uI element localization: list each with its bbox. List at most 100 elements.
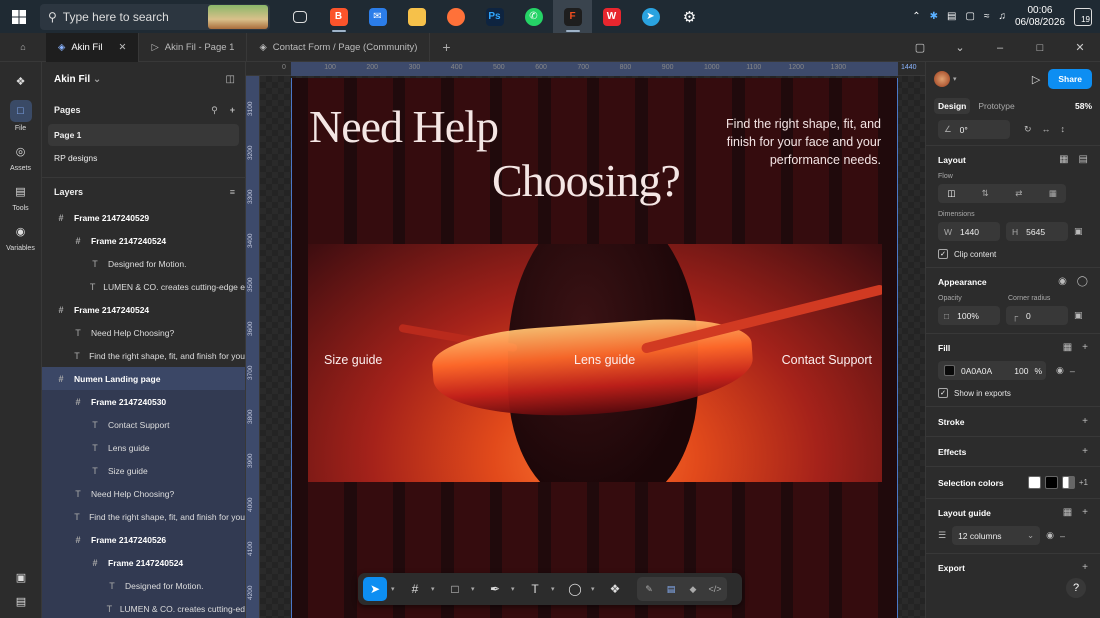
chevron-down-icon[interactable]: ▾ [591, 585, 599, 593]
tab-akin-fil-page-1[interactable]: ▷ Akin Fil - Page 1 [139, 32, 248, 62]
page-item[interactable]: Page 1 [48, 124, 239, 146]
layer-row[interactable]: # Frame 2147240524 [42, 551, 245, 574]
layer-row[interactable]: T Contact Support [42, 413, 245, 436]
size-guide-label[interactable]: Size guide [324, 353, 382, 367]
prototype-mode-icon[interactable]: ◆ [683, 579, 703, 599]
design-mode-icon[interactable]: ▤ [661, 579, 681, 599]
telegram-icon[interactable]: ➤ [631, 0, 670, 33]
chevron-down-icon[interactable]: ▾ [471, 585, 479, 593]
share-button[interactable]: Share [1048, 69, 1092, 89]
remove-layout-guide-icon[interactable]: – [1060, 531, 1065, 541]
comment-tool-icon[interactable]: ◯ [563, 577, 587, 601]
figma-menu[interactable]: ❖ [0, 70, 41, 92]
clip-content-checkbox[interactable]: ✓ [938, 249, 948, 259]
maximize-icon[interactable]: □ [1020, 42, 1060, 54]
chevron-down-icon[interactable]: ▾ [551, 585, 559, 593]
tab-prototype[interactable]: Prototype [978, 101, 1014, 111]
remove-fill-icon[interactable]: – [1070, 366, 1075, 376]
styles-grid-icon[interactable]: ▦ [1063, 342, 1072, 353]
rotation-field[interactable]: ∠ 0° [938, 120, 1010, 139]
windows-start-icon[interactable] [0, 0, 38, 33]
text-tool-icon[interactable]: T [523, 577, 547, 601]
layers-list-icon[interactable]: ≡ [230, 187, 235, 197]
hero-sunglasses-image[interactable]: Size guide Lens guide Contact Support [308, 244, 882, 482]
window-restore-icon[interactable]: ▢ [900, 41, 940, 54]
add-tab-icon[interactable]: + [430, 39, 462, 55]
chevron-down-icon[interactable]: ▾ [511, 585, 519, 593]
numen-landing-frame[interactable]: Need Help Choosing? Find the right shape… [291, 78, 898, 618]
canvas[interactable]: 0 100 200 300 400 500 600 700 800 900 1000 1100 1200… [246, 62, 925, 618]
chevron-down-icon[interactable]: ▾ [431, 585, 439, 593]
add-effect-icon[interactable]: + [1082, 446, 1088, 457]
opacity-field[interactable]: □ 100% [938, 306, 1000, 325]
hero-title-line1[interactable]: Need Help [309, 100, 499, 153]
page-item[interactable]: RP designs [48, 147, 239, 169]
rail-bottom-1[interactable]: ▣ [10, 566, 32, 588]
layer-row[interactable]: T Size guide [42, 459, 245, 482]
home-icon[interactable]: ⌂ [0, 33, 46, 62]
columns-icon[interactable]: ☰ [938, 530, 946, 541]
width-field[interactable]: W 1440 [938, 222, 1000, 241]
layer-row[interactable]: T Designed for Motion. [42, 574, 245, 597]
flow-freeform-icon[interactable]: ◫ [947, 188, 955, 199]
mail-icon[interactable]: ✉ [358, 0, 397, 33]
minimize-icon[interactable]: – [980, 42, 1020, 54]
taskbar-search[interactable]: ⚲ Type here to search [40, 3, 270, 30]
rail-variables[interactable]: ◉ Variables [0, 220, 41, 253]
styles-grid-icon[interactable]: ▦ [1063, 507, 1072, 518]
rail-tools[interactable]: ▤ Tools [0, 180, 41, 213]
task-view-icon[interactable] [280, 0, 319, 33]
layer-row[interactable]: # Frame 2147240530 [42, 390, 245, 413]
eye-icon[interactable]: ◉ [1056, 365, 1064, 376]
battery-icon[interactable]: ▤ [947, 11, 956, 22]
chevron-down-icon[interactable]: ▾ [391, 585, 399, 593]
wps-office-icon[interactable]: W [592, 0, 631, 33]
pen-tool-icon[interactable]: ✒ [483, 577, 507, 601]
add-page-icon[interactable]: + [230, 105, 235, 116]
rail-assets[interactable]: ◎ Assets [0, 140, 41, 173]
independent-corners-icon[interactable]: ▣ [1074, 310, 1083, 321]
rectangle-tool-icon[interactable]: □ [443, 577, 467, 601]
layer-row[interactable]: T Lens guide [42, 436, 245, 459]
flip-vertical-icon[interactable]: ↕ [1061, 124, 1066, 135]
layer-row[interactable]: T Designed for Motion. [42, 252, 245, 275]
autolayout-icon[interactable]: ▤ [1079, 154, 1088, 165]
close-window-icon[interactable]: ✕ [1060, 41, 1100, 54]
selection-color-swatch[interactable] [1044, 476, 1058, 489]
constrain-proportions-icon[interactable]: ▣ [1074, 226, 1083, 237]
layout-guide-select[interactable]: 12 columns ⌄ [952, 526, 1041, 545]
file-explorer-icon[interactable] [397, 0, 436, 33]
layer-row[interactable]: # Numen Landing page [42, 367, 245, 390]
contact-support-label[interactable]: Contact Support [782, 353, 872, 367]
zoom-level[interactable]: 58% [1075, 101, 1092, 111]
add-stroke-icon[interactable]: + [1082, 416, 1088, 427]
add-fill-icon[interactable]: + [1082, 342, 1088, 353]
selection-color-swatch[interactable] [1027, 476, 1041, 489]
whatsapp-icon[interactable]: ✆ [514, 0, 553, 33]
layer-row[interactable]: T Find the right shape, fit, and finish f… [42, 344, 245, 367]
tab-contact-form[interactable]: ◈ Contact Form / Page (Community) [247, 32, 431, 62]
close-icon[interactable]: ✕ [118, 42, 126, 53]
layer-row[interactable]: # Frame 2147240524 [42, 298, 245, 321]
show-in-exports-checkbox[interactable]: ✓ [938, 388, 948, 398]
file-name-header[interactable]: Akin Fil ⌄ ◫ [42, 62, 245, 96]
layer-row[interactable]: T Need Help Choosing? [42, 321, 245, 344]
dev-mode-icon[interactable]: </> [705, 579, 725, 599]
add-export-icon[interactable]: + [1082, 562, 1088, 573]
lens-guide-label[interactable]: Lens guide [574, 353, 635, 367]
fill-color-field[interactable]: 0A0A0A 100 % [938, 361, 1046, 380]
eye-icon[interactable]: ◉ [1046, 530, 1054, 541]
rotate-icon[interactable]: ↻ [1024, 124, 1032, 135]
clock[interactable]: 00:06 06/08/2026 [1015, 5, 1065, 29]
volume-icon[interactable]: ♫ [998, 11, 1006, 22]
hero-title-line2[interactable]: Choosing? [492, 154, 681, 207]
notifications-icon[interactable]: 19 [1074, 7, 1092, 26]
help-icon[interactable]: ? [1066, 578, 1086, 598]
firefox-icon[interactable] [436, 0, 475, 33]
flow-horizontal-icon[interactable]: ⇄ [1015, 188, 1022, 199]
fill-color-swatch[interactable] [944, 365, 955, 376]
display-icon[interactable]: ▢ [965, 11, 974, 22]
settings-gear-icon[interactable]: ⚙ [670, 0, 709, 33]
hero-subtitle[interactable]: Find the right shape, fit, and finish fo… [711, 115, 881, 169]
figma-icon[interactable]: F [553, 0, 592, 33]
